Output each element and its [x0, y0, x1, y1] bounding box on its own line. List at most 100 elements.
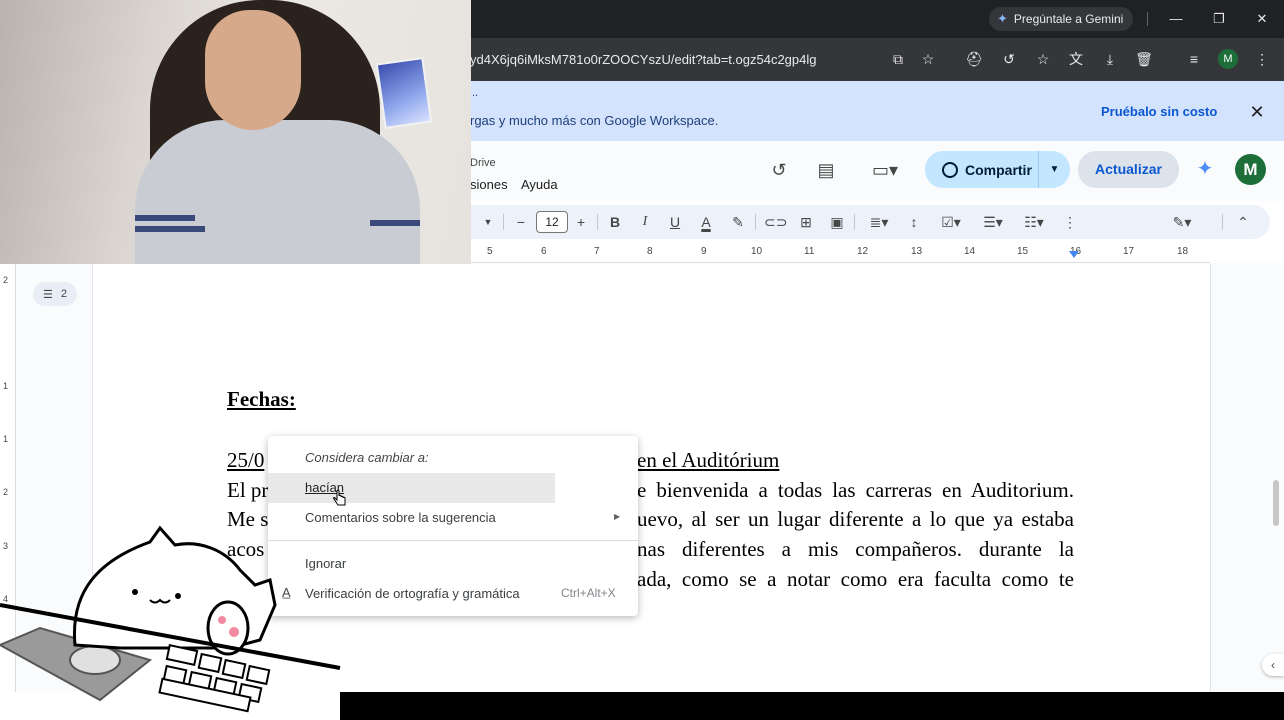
version-history-icon[interactable]: ↺ — [766, 158, 792, 182]
ruler-number: 9 — [701, 246, 707, 257]
bookmark-star-icon[interactable]: ☆ — [917, 48, 939, 70]
try-free-link[interactable]: Pruébalo sin costo — [1101, 104, 1217, 119]
vruler-number: 2 — [3, 275, 9, 285]
restore-icon[interactable]: ❐ — [1209, 9, 1229, 29]
spellcheck-shortcut: Ctrl+Alt+X — [561, 586, 616, 600]
outline-count: 2 — [60, 288, 67, 300]
text-color-icon[interactable]: A — [695, 211, 717, 233]
browser-menu-icon[interactable]: ⋮ — [1251, 48, 1273, 70]
wall-poster — [375, 56, 433, 130]
account-avatar[interactable]: M — [1235, 154, 1266, 185]
ask-gemini-label: Pregúntale a Gemini — [1013, 12, 1124, 26]
collapse-menu-icon[interactable]: ⌃ — [1232, 211, 1254, 233]
reading-list-icon[interactable]: ≡ — [1183, 48, 1205, 70]
line-spacing-icon[interactable]: ↕ — [903, 211, 925, 233]
highlight-icon[interactable]: ✎ — [727, 211, 749, 233]
close-banner-icon[interactable]: ✕ — [1246, 101, 1268, 123]
breadcrumb-drive[interactable]: Drive — [470, 157, 496, 169]
toolbar-separator — [854, 214, 855, 230]
sweater-stripe — [135, 215, 195, 221]
more-options-icon[interactable]: ⋮ — [1059, 211, 1081, 233]
cat-eye — [132, 589, 138, 595]
share-dropdown-icon[interactable]: ▼ — [1039, 164, 1070, 175]
ruler-number: 11 — [804, 246, 815, 257]
align-icon[interactable]: ≣▾ — [862, 211, 896, 233]
close-window-icon[interactable]: ✕ — [1252, 9, 1272, 29]
download-icon[interactable]: ⤓ — [1099, 48, 1121, 70]
decrease-font-icon[interactable]: − — [510, 211, 532, 233]
ruler-number: 7 — [594, 246, 600, 257]
ruler-number: 14 — [964, 246, 976, 257]
titlebar-divider — [1147, 12, 1148, 26]
person-face — [205, 10, 301, 130]
numbered-list-icon[interactable]: ☷▾ — [1017, 211, 1051, 233]
font-size-input[interactable]: 12 — [536, 211, 568, 233]
ruler-number: 15 — [1017, 246, 1029, 257]
minimize-icon[interactable]: — — [1166, 9, 1186, 29]
ruler-number: 17 — [1123, 246, 1135, 257]
checklist-icon[interactable]: ☑▾ — [934, 211, 968, 233]
cat-paw-mouse — [69, 645, 121, 675]
doc-line-title: en el Auditórium — [637, 448, 780, 472]
vruler-number: 1 — [3, 381, 9, 391]
toolbar-separator — [1222, 214, 1223, 230]
google-lens-icon[interactable]: ⧉ — [887, 48, 909, 70]
ruler-number: 13 — [911, 246, 923, 257]
ruler-number: 6 — [541, 246, 547, 257]
suggestion-heading: Considera cambiar a: — [305, 450, 429, 465]
person-sweater — [135, 120, 420, 264]
sweater-stripe — [370, 220, 420, 226]
promo-text: rgas y mucho más con Google Workspace. — [470, 113, 719, 128]
toolbar-separator — [597, 214, 598, 230]
side-panel-toggle-icon[interactable]: ‹ — [1262, 654, 1284, 676]
comments-icon[interactable]: ▤ — [813, 158, 839, 182]
horizontal-ruler[interactable] — [470, 243, 1210, 263]
document-outline-button[interactable]: ☰ 2 — [33, 282, 77, 306]
increase-font-icon[interactable]: + — [570, 211, 592, 233]
outline-list-icon: ☰ — [43, 288, 53, 301]
ruler-number: 18 — [1177, 246, 1189, 257]
gemini-star-icon[interactable]: ✦ — [1195, 159, 1215, 179]
profile-avatar[interactable]: M — [1218, 49, 1238, 69]
menu-help[interactable]: Ayuda — [521, 177, 558, 192]
gemini-spark-icon: ✦ — [997, 11, 1008, 26]
vertical-scrollbar-thumb[interactable] — [1273, 480, 1279, 526]
menu-extensions[interactable]: siones — [470, 177, 508, 192]
favorites-icon[interactable]: ☆ — [1032, 48, 1054, 70]
promo-dots: .. — [472, 87, 479, 99]
cat-keyboard — [158, 644, 271, 713]
section-heading: Fechas: — [227, 387, 296, 411]
submenu-arrow-icon: ▶ — [614, 512, 621, 521]
cat-paw-pad — [229, 627, 239, 637]
translate-icon[interactable]: 文 — [1065, 48, 1087, 70]
hand-cursor-icon — [333, 489, 346, 506]
underline-icon[interactable]: U — [664, 211, 686, 233]
insert-image-icon[interactable]: ▣ — [826, 211, 848, 233]
right-indent-marker[interactable] — [1069, 251, 1079, 258]
url-field[interactable]: yd4X6jq6iMksM781o0rZOOCYszU/edit?tab=t.o… — [470, 52, 817, 67]
bullet-list-icon[interactable]: ☰▾ — [976, 211, 1010, 233]
font-dropdown-icon[interactable]: ▼ — [477, 211, 499, 233]
link-icon[interactable]: ⊂⊃ — [764, 211, 787, 233]
history-icon[interactable]: ↺ — [998, 48, 1020, 70]
doc-text-line: nas diferentes a mis compañeros. durante… — [637, 537, 1074, 561]
incognito-icon[interactable]: ⛑ — [963, 48, 985, 70]
editing-mode-icon[interactable]: ✎▾ — [1165, 211, 1199, 233]
share-button[interactable]: o Compartir ▼ — [925, 151, 1070, 188]
ruler-number: 10 — [751, 246, 763, 257]
ruler-number: 5 — [487, 246, 493, 257]
cat-paw-pad — [218, 616, 226, 624]
update-button[interactable]: Actualizar — [1078, 151, 1179, 188]
cat-eye — [175, 593, 181, 599]
add-comment-icon[interactable]: ⊞ — [795, 211, 817, 233]
globe-icon: o — [942, 161, 958, 178]
vruler-number: 1 — [3, 434, 9, 444]
sweater-stripe — [135, 226, 205, 232]
webcam-overlay — [0, 0, 471, 264]
ask-gemini-button[interactable]: ✦ Pregúntale a Gemini — [989, 7, 1134, 31]
italic-icon[interactable]: I — [634, 211, 656, 233]
meet-camera-icon[interactable]: ▭▾ — [865, 158, 905, 182]
bongo-cat-overlay — [0, 525, 341, 713]
bold-icon[interactable]: B — [604, 211, 626, 233]
trash-icon[interactable]: 🗑 — [1133, 48, 1155, 70]
